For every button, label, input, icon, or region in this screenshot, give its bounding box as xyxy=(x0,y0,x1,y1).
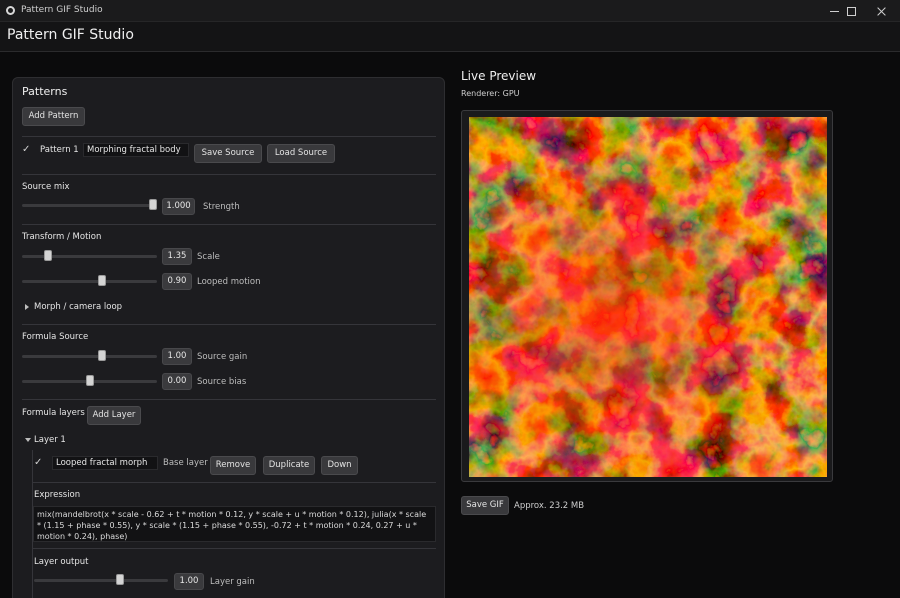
divider xyxy=(33,482,436,483)
title-bar: Pattern GIF Studio xyxy=(0,0,900,22)
divider xyxy=(22,174,436,175)
scale-slider-track[interactable] xyxy=(22,255,157,258)
move-down-button[interactable]: Down xyxy=(321,456,358,475)
pattern-label: Pattern 1 xyxy=(40,145,79,155)
strength-slider-thumb[interactable] xyxy=(149,199,157,210)
add-pattern-button[interactable]: Add Pattern xyxy=(22,107,85,126)
formula-source-title: Formula Source xyxy=(22,332,89,342)
save-gif-button[interactable]: Save GIF xyxy=(461,496,509,515)
fractal-glow xyxy=(469,117,827,477)
base-layer-label: Base layer xyxy=(163,458,208,468)
divider xyxy=(22,136,436,137)
morph-camera-toggle[interactable]: Morph / camera loop xyxy=(34,302,122,312)
scale-label: Scale xyxy=(197,252,220,262)
save-source-button[interactable]: Save Source xyxy=(194,144,262,163)
source-gain-label: Source gain xyxy=(197,352,248,362)
layer-gain-thumb[interactable] xyxy=(115,574,124,585)
transform-title: Transform / Motion xyxy=(22,232,102,242)
divider xyxy=(22,224,436,225)
source-mix-title: Source mix xyxy=(22,182,70,192)
motion-slider-track[interactable] xyxy=(22,280,157,283)
window-title: Pattern GIF Studio xyxy=(21,5,103,15)
source-gain-track[interactable] xyxy=(22,355,157,358)
app-header: Pattern GIF Studio xyxy=(0,22,900,52)
source-bias-label: Source bias xyxy=(197,377,247,387)
motion-value[interactable]: 0.90 xyxy=(162,273,192,290)
layer-name-input[interactable]: Looped fractal morph xyxy=(52,456,158,470)
expression-title: Expression xyxy=(34,490,81,500)
formula-layers-title: Formula layers xyxy=(22,408,85,418)
patterns-title: Patterns xyxy=(22,85,68,98)
source-gain-value[interactable]: 1.00 xyxy=(162,348,192,365)
divider xyxy=(22,324,436,325)
app-title: Pattern GIF Studio xyxy=(7,27,134,43)
layer-output-title: Layer output xyxy=(34,557,89,567)
app-icon xyxy=(6,6,15,15)
pattern-name-input[interactable]: Morphing fractal body xyxy=(83,143,189,157)
layer-gain-label: Layer gain xyxy=(210,577,255,587)
motion-slider-thumb[interactable] xyxy=(98,275,107,286)
scale-slider-thumb[interactable] xyxy=(43,250,52,261)
add-layer-button[interactable]: Add Layer xyxy=(87,406,141,425)
source-gain-thumb[interactable] xyxy=(98,350,107,361)
chevron-down-icon[interactable] xyxy=(25,438,31,442)
source-bias-value[interactable]: 0.00 xyxy=(162,373,192,390)
source-bias-thumb[interactable] xyxy=(85,375,94,386)
scale-value[interactable]: 1.35 xyxy=(162,248,192,265)
chevron-right-icon[interactable] xyxy=(25,304,29,310)
close-icon[interactable] xyxy=(865,0,899,22)
divider xyxy=(22,399,436,400)
renderer-label: Renderer: GPU xyxy=(461,89,520,98)
duplicate-layer-button[interactable]: Duplicate xyxy=(263,456,315,475)
motion-label: Looped motion xyxy=(197,277,261,287)
strength-value[interactable]: 1.000 xyxy=(162,198,195,215)
expression-input[interactable]: mix(mandelbrot(x * scale - 0.62 + t * mo… xyxy=(33,506,436,542)
preview-title: Live Preview xyxy=(461,69,537,83)
pattern-enabled-checkbox[interactable]: ✓ xyxy=(22,145,32,155)
layer-header[interactable]: Layer 1 xyxy=(34,435,66,445)
fractal-preview-svg xyxy=(469,117,827,477)
gif-size-estimate: Approx. 23.2 MB xyxy=(514,501,585,511)
strength-slider-track[interactable] xyxy=(22,204,157,207)
layer-enabled-checkbox[interactable]: ✓ xyxy=(34,458,44,468)
divider xyxy=(33,548,436,549)
layer-gain-track[interactable] xyxy=(34,579,168,582)
preview-frame xyxy=(461,110,833,482)
load-source-button[interactable]: Load Source xyxy=(267,144,335,163)
maximize-icon[interactable] xyxy=(835,0,869,22)
patterns-panel: Patterns Add Pattern ✓ Pattern 1 Morphin… xyxy=(12,77,445,598)
strength-label: Strength xyxy=(203,202,240,212)
remove-layer-button[interactable]: Remove xyxy=(210,456,256,475)
fractal-preview-image xyxy=(469,117,827,477)
layer-gain-value[interactable]: 1.00 xyxy=(174,573,204,590)
